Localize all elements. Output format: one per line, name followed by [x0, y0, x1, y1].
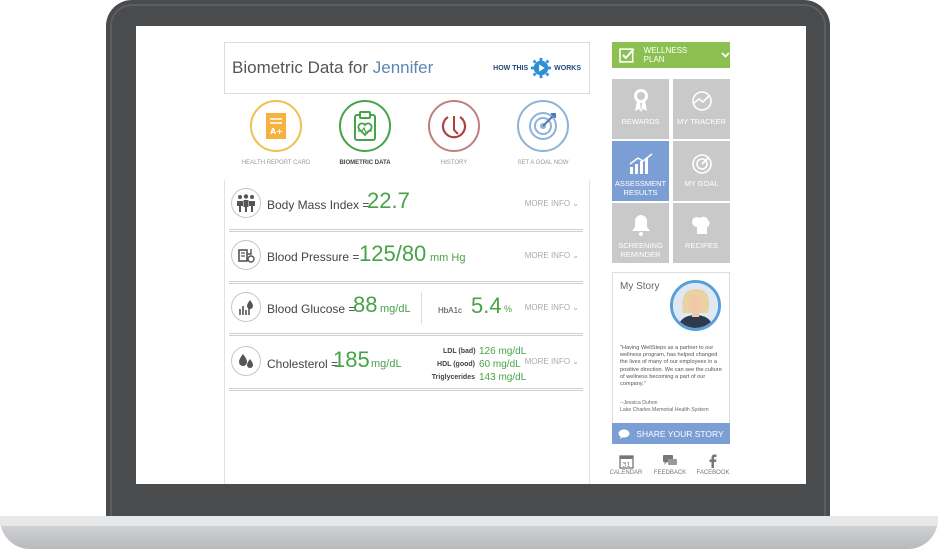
story-quote: "Having WellSteps as a partner to our we… — [620, 345, 722, 388]
how-this-works-link[interactable]: HOW THIS WORKS — [493, 57, 581, 79]
tab-bar: A+ HEALTH REPORT CARD BIOMETRIC DATA HIS… — [224, 100, 588, 180]
bp-label: Blood Pressure = — [267, 250, 360, 264]
tile-rewards[interactable]: REWARDS — [612, 79, 669, 139]
blood-glucose-row: Blood Glucose = 88 mg/dL HbA1c 5.4 % MOR… — [229, 284, 583, 336]
report-card-icon: A+ — [266, 113, 286, 139]
chef-hat-icon — [691, 216, 710, 234]
clipboard-heart-icon — [354, 111, 376, 141]
bmi-value: 22.7 — [367, 188, 410, 213]
tile-assessment-results[interactable]: ASSESSMENT RESULTS — [612, 141, 669, 201]
blood-drop-chart-icon — [231, 292, 261, 322]
blood-pressure-icon — [231, 240, 261, 270]
cholesterol-value: 185 — [333, 347, 370, 372]
glucose-value: 88 — [353, 292, 378, 317]
bmi-row: Body Mass Index = 22.7 MORE INFO ⌄ — [229, 180, 583, 232]
my-story-card: My Story "Having WellSteps as a partner … — [612, 272, 730, 444]
hdl-value: 60 mg/dL — [479, 359, 521, 370]
bp-unit: mm Hg — [430, 252, 466, 264]
bp-more-info[interactable]: MORE INFO ⌄ — [525, 251, 579, 260]
story-author: --Jessica Duhon Lake Charles Memorial Hea… — [620, 400, 709, 413]
tab-history[interactable]: HISTORY — [409, 100, 499, 166]
biometric-panel: Body Mass Index = 22.7 MORE INFO ⌄ Blood… — [224, 180, 590, 484]
cholesterol-more-info[interactable]: MORE INFO ⌄ — [525, 357, 579, 366]
story-title: My Story — [620, 281, 660, 292]
ldl-value: 126 mg/dL — [479, 346, 527, 357]
chat-bubbles-icon — [663, 455, 677, 465]
cholesterol-row: Cholesterol = 185 mg/dL LDL (bad) 126 mg… — [229, 336, 583, 391]
page-header: Biometric Data for Jennifer HOW THIS WOR… — [224, 42, 590, 94]
glucose-label: Blood Glucose = — [267, 302, 356, 316]
user-name: Jennifer — [372, 58, 434, 77]
share-your-story-button[interactable]: SHARE YOUR STORY — [612, 423, 730, 444]
tab-set-a-goal[interactable]: SET A GOAL NOW — [498, 100, 588, 166]
glucose-more-info[interactable]: MORE INFO ⌄ — [525, 303, 579, 312]
triglycerides-label: Triglycerides — [431, 374, 475, 381]
svg-text:31: 31 — [622, 461, 630, 469]
tile-my-goal[interactable]: MY GOAL — [673, 141, 730, 201]
bmi-label: Body Mass Index = — [267, 198, 370, 212]
avatar — [670, 280, 721, 331]
history-icon — [441, 116, 467, 139]
tab-label: BIOMETRIC DATA — [339, 160, 391, 166]
ribbon-award-icon — [633, 89, 648, 112]
divider — [421, 292, 422, 324]
people-icon — [231, 188, 261, 218]
target-icon — [529, 112, 557, 140]
bar-chart-icon — [629, 153, 652, 174]
drops-icon — [231, 346, 261, 376]
hba1c-unit: % — [504, 304, 513, 314]
bell-icon — [631, 215, 650, 236]
cholesterol-label: Cholesterol = — [267, 357, 339, 371]
triglycerides-value: 143 mg/dL — [479, 372, 527, 383]
ldl-label: LDL (bad) — [443, 348, 476, 355]
tab-biometric-data[interactable]: BIOMETRIC DATA — [320, 100, 410, 166]
laptop-base — [0, 516, 938, 549]
tile-screening-reminder[interactable]: SCREENING REMINDER — [612, 203, 669, 263]
hdl-label: HDL (good) — [437, 361, 475, 368]
tracker-icon — [691, 91, 712, 111]
tile-my-tracker[interactable]: MY TRACKER — [673, 79, 730, 139]
facebook-icon — [709, 454, 717, 468]
tile-recipes[interactable]: RECIPES — [673, 203, 730, 263]
wellness-plan-dropdown[interactable]: WELLNESS PLAN — [612, 42, 730, 68]
tab-label: HISTORY — [440, 160, 468, 166]
screen: Biometric Data for Jennifer HOW THIS WOR… — [136, 26, 806, 484]
sidebar: WELLNESS PLAN REWARDS MY TRACKER ASSESSM… — [610, 42, 733, 484]
chevron-down-icon — [721, 52, 730, 58]
tab-label: HEALTH REPORT CARD — [241, 160, 311, 166]
blood-pressure-row: Blood Pressure = 125/80 mm Hg MORE INFO … — [229, 232, 583, 284]
calendar-link[interactable]: 31 CALENDAR — [606, 452, 646, 476]
gear-play-icon — [531, 57, 552, 79]
speech-bubble-icon — [618, 429, 630, 439]
svg-text:A+: A+ — [270, 127, 283, 136]
hba1c-label: HbA1c — [438, 306, 463, 315]
cholesterol-unit: mg/dL — [371, 358, 402, 370]
bmi-more-info[interactable]: MORE INFO ⌄ — [525, 199, 579, 208]
tab-health-report-card[interactable]: A+ HEALTH REPORT CARD — [231, 100, 321, 166]
feedback-link[interactable]: FEEDBACK — [650, 452, 690, 476]
page-title: Biometric Data for Jennifer — [232, 58, 434, 77]
tab-label: SET A GOAL NOW — [517, 160, 569, 166]
bp-value: 125/80 — [359, 241, 427, 266]
target-icon — [691, 154, 712, 174]
calendar-icon: 31 — [618, 455, 634, 469]
glucose-unit: mg/dL — [380, 303, 411, 315]
checkbox-check-icon — [619, 48, 635, 63]
main-content: Biometric Data for Jennifer HOW THIS WOR… — [224, 40, 590, 484]
hba1c-value: 5.4 — [471, 293, 502, 318]
facebook-link[interactable]: FACEBOOK — [693, 452, 733, 476]
